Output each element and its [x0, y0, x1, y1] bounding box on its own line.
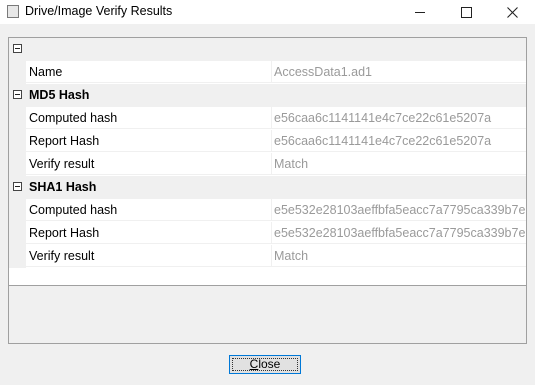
- verify-results-window: Drive/Image Verify Results Name AccessDa…: [0, 0, 535, 385]
- property-value[interactable]: Match: [272, 153, 526, 175]
- property-grid: Name AccessData1.ad1 MD5 Hash Computed h…: [8, 37, 527, 344]
- property-value[interactable]: AccessData1.ad1: [272, 61, 526, 83]
- property-name: Computed hash: [26, 199, 272, 221]
- category-row-root[interactable]: [9, 38, 526, 61]
- property-value[interactable]: e5e532e28103aeffbfa5eacc7a7795ca339b7e: [272, 199, 526, 221]
- property-name: Report Hash: [26, 130, 272, 152]
- row-gutter: [9, 153, 26, 176]
- category-row-md5[interactable]: MD5 Hash: [9, 84, 526, 107]
- property-row-sha1-computed[interactable]: Computed hash e5e532e28103aeffbfa5eacc7a…: [9, 199, 526, 222]
- property-row-md5-computed[interactable]: Computed hash e56caa6c1141141e4c7ce22c61…: [9, 107, 526, 130]
- property-row-md5-report[interactable]: Report Hash e56caa6c1141141e4c7ce22c61e5…: [9, 130, 526, 153]
- property-value[interactable]: e56caa6c1141141e4c7ce22c61e5207a: [272, 107, 526, 129]
- property-name: Verify result: [26, 245, 272, 267]
- row-gutter: [9, 199, 26, 222]
- collapse-icon[interactable]: [13, 44, 22, 53]
- property-value[interactable]: Match: [272, 245, 526, 267]
- property-name: Report Hash: [26, 222, 272, 244]
- app-window-icon: [7, 5, 19, 18]
- close-window-button[interactable]: [489, 0, 535, 24]
- property-row-md5-verify[interactable]: Verify result Match: [9, 153, 526, 176]
- row-gutter: [9, 245, 26, 268]
- category-row-sha1[interactable]: SHA1 Hash: [9, 176, 526, 199]
- row-gutter: [9, 130, 26, 153]
- property-row-name[interactable]: Name AccessData1.ad1: [9, 61, 526, 84]
- property-row-sha1-report[interactable]: Report Hash e5e532e28103aeffbfa5eacc7a77…: [9, 222, 526, 245]
- close-icon: [506, 6, 518, 18]
- property-name: Verify result: [26, 153, 272, 175]
- property-value[interactable]: e5e532e28103aeffbfa5eacc7a7795ca339b7e: [272, 222, 526, 244]
- close-button-label: Close: [249, 357, 281, 371]
- category-label-md5: MD5 Hash: [29, 88, 90, 102]
- category-label-sha1: SHA1 Hash: [29, 180, 97, 194]
- maximize-icon: [460, 6, 472, 18]
- row-gutter: [9, 222, 26, 245]
- property-row-sha1-verify[interactable]: Verify result Match: [9, 245, 526, 268]
- row-gutter: [9, 107, 26, 130]
- minimize-icon: [415, 12, 425, 13]
- minimize-button[interactable]: [397, 0, 443, 24]
- maximize-button[interactable]: [443, 0, 489, 24]
- close-button[interactable]: Close: [229, 355, 301, 374]
- window-title: Drive/Image Verify Results: [25, 4, 173, 18]
- property-value[interactable]: e56caa6c1141141e4c7ce22c61e5207a: [272, 130, 526, 152]
- row-gutter: [9, 61, 26, 84]
- property-name: Computed hash: [26, 107, 272, 129]
- property-grid-content[interactable]: Name AccessData1.ad1 MD5 Hash Computed h…: [9, 38, 526, 286]
- property-name: Name: [26, 61, 272, 83]
- collapse-icon[interactable]: [13, 182, 22, 191]
- title-bar[interactable]: Drive/Image Verify Results: [0, 0, 535, 24]
- collapse-icon[interactable]: [13, 90, 22, 99]
